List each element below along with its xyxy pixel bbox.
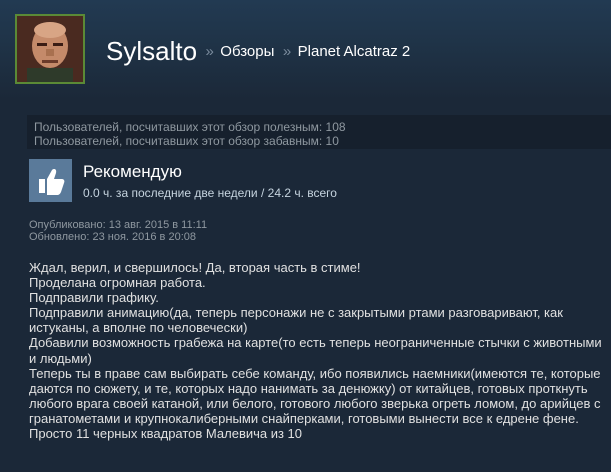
updated-date: Обновлено: 23 ноя. 2016 в 20:08 [29,231,196,243]
playtime-hours: 0.0 ч. за последние две недели / 24.2 ч.… [83,186,337,200]
review-ratings-box: Пользователей, посчитавших этот обзор по… [27,115,611,149]
avatar-frame[interactable] [15,14,85,84]
review-line: Подправили графику. [29,290,159,306]
breadcrumb-reviews-link[interactable]: Обзоры [220,43,274,60]
breadcrumb-separator: » [282,43,292,60]
published-date: Опубликовано: 13 авг. 2015 в 11:11 [29,219,208,231]
user-name-link[interactable]: Sylsalto [106,36,197,66]
profile-header: Sylsalto » Обзоры » Planet Alcatraz 2 [0,0,611,100]
review-dates: Опубликовано: 13 авг. 2015 в 11:11 Обнов… [27,219,611,243]
review-line: Подправили анимацию(да, теперь персонажи… [29,305,567,336]
breadcrumb-separator: » [205,43,214,60]
recommendation-title: Рекомендую [83,162,182,181]
helpful-count-text: Пользователей, посчитавших этот обзор по… [34,120,346,134]
thumbs-up-icon [29,159,72,202]
review-line: Теперь ты в праве сам выбирать себе кома… [29,365,605,426]
review-line: Ждал, верил, и свершилось! Да, вторая ча… [29,260,361,275]
breadcrumb: Sylsalto » Обзоры » Planet Alcatraz 2 [106,36,410,67]
avatar-image [17,16,83,82]
review-line: Добавили возможность грабежа на карте(то… [29,335,606,366]
review-content: Пользователей, посчитавших этот обзор по… [27,115,611,441]
funny-count-text: Пользователей, посчитавших этот обзор за… [34,134,339,148]
review-line: Просто 11 черных квадратов Малевича из 1… [29,426,303,442]
recommendation-block: Рекомендую 0.0 ч. за последние две недел… [27,159,611,205]
avatar[interactable] [17,16,83,82]
review-text: Ждал, верил, и свершилось! Да, вторая ча… [27,260,609,441]
review-line: Проделана огромная работа. [29,275,206,291]
breadcrumb-game-link[interactable]: Planet Alcatraz 2 [298,43,411,60]
